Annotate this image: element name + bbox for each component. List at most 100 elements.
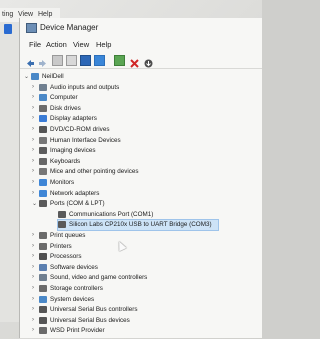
- chevron-right-icon[interactable]: ›: [32, 306, 38, 312]
- background-menu-item[interactable]: ting: [2, 11, 13, 18]
- tree-item-label: Sound, video and game controllers: [50, 274, 148, 282]
- chevron-right-icon[interactable]: ›: [32, 179, 38, 185]
- tree-item-label: Display adapters: [50, 115, 97, 123]
- software-icon: [39, 263, 47, 271]
- tree-item[interactable]: › System devices: [32, 295, 242, 305]
- tree-item[interactable]: › Display adapters: [32, 114, 242, 124]
- tree-item-label: Imaging devices: [50, 147, 96, 155]
- menu-view[interactable]: View: [73, 40, 89, 49]
- window-title: Device Manager: [40, 23, 99, 32]
- tree-item[interactable]: › Imaging devices: [32, 146, 242, 156]
- disk-icon: [39, 104, 47, 112]
- computer-icon: [31, 73, 39, 80]
- help-icon[interactable]: [80, 55, 91, 66]
- chevron-right-icon[interactable]: ›: [32, 94, 38, 100]
- update-driver-icon[interactable]: [114, 55, 125, 66]
- monitor-icon: [39, 178, 47, 186]
- chevron-right-icon[interactable]: ›: [32, 115, 38, 121]
- tree-item[interactable]: › Universal Serial Bus devices: [32, 316, 242, 326]
- tree-item[interactable]: › Keyboards: [32, 157, 242, 167]
- chevron-right-icon[interactable]: ›: [32, 253, 38, 259]
- tree-item-label: Communications Port (COM1): [69, 210, 154, 218]
- display-icon: [39, 115, 47, 123]
- speaker-icon: [39, 274, 47, 282]
- chevron-right-icon[interactable]: ›: [32, 158, 38, 164]
- chevron-right-icon[interactable]: ›: [32, 168, 38, 174]
- tree-item-label: Audio inputs and outputs: [50, 83, 120, 91]
- tree-root[interactable]: ⌄ NeilDell: [24, 72, 144, 82]
- tree-item[interactable]: › Universal Serial Bus controllers: [32, 305, 242, 315]
- chevron-right-icon[interactable]: ›: [32, 317, 38, 323]
- menu-help[interactable]: Help: [96, 40, 111, 49]
- tree-item[interactable]: › WSD Print Provider: [32, 326, 242, 336]
- back-icon[interactable]: [26, 55, 35, 67]
- chevron-right-icon[interactable]: ›: [32, 126, 38, 132]
- menu-action[interactable]: Action: [46, 40, 67, 49]
- chevron-right-icon[interactable]: ›: [32, 147, 38, 153]
- tree-item[interactable]: › Monitors: [32, 178, 242, 188]
- tree-item[interactable]: › DVD/CD-ROM drives: [32, 125, 242, 135]
- refresh-icon[interactable]: [66, 55, 77, 66]
- tree-item[interactable]: › Processors: [32, 252, 242, 262]
- tree-item-label: DVD/CD-ROM drives: [50, 125, 110, 133]
- monitor-icon[interactable]: [94, 55, 105, 66]
- computer-icon: [39, 94, 47, 102]
- device-manager-window: Device Manager File Action View Help ⌄ N…: [20, 18, 262, 338]
- chevron-right-icon[interactable]: ›: [32, 137, 38, 143]
- background-app-strip: [0, 22, 22, 322]
- tree-item-label: Storage controllers: [50, 284, 103, 292]
- tree-item-label: Monitors: [50, 178, 75, 186]
- properties-icon[interactable]: [52, 55, 63, 66]
- tree-item[interactable]: › Human Interface Devices: [32, 136, 242, 146]
- tree-child-item[interactable]: Communications Port (COM1): [58, 210, 198, 220]
- title-bar: Device Manager: [20, 18, 262, 36]
- tree-item-label: WSD Print Provider: [50, 327, 105, 335]
- printer-icon: [39, 327, 47, 335]
- tree-item[interactable]: › Sound, video and game controllers: [32, 273, 242, 283]
- tree-item[interactable]: › Printers: [32, 242, 242, 252]
- port-icon: [39, 200, 47, 208]
- tree-item-selected[interactable]: Silicon Labs CP210x USB to UART Bridge (…: [57, 219, 219, 232]
- tree-item-label: Processors: [50, 253, 82, 261]
- chevron-right-icon[interactable]: ›: [32, 232, 38, 238]
- tree-item-label: Silicon Labs CP210x USB to UART Bridge (…: [69, 221, 212, 229]
- background-menu-item[interactable]: View: [18, 11, 33, 18]
- tree-item[interactable]: ⌄ Ports (COM & LPT): [32, 199, 242, 209]
- chevron-right-icon[interactable]: ›: [32, 274, 38, 280]
- tree-item[interactable]: › Network adapters: [32, 189, 242, 199]
- chevron-right-icon[interactable]: ›: [32, 84, 38, 90]
- background-menu-item[interactable]: Help: [38, 11, 52, 18]
- tree-item-label: Disk drives: [50, 104, 81, 112]
- hid-icon: [39, 136, 47, 144]
- chevron-right-icon[interactable]: ›: [32, 296, 38, 302]
- device-manager-icon: [26, 23, 37, 33]
- chevron-down-icon[interactable]: ⌄: [24, 73, 30, 80]
- chevron-right-icon[interactable]: ›: [32, 285, 38, 291]
- tree-item-label: Printers: [50, 242, 72, 250]
- chevron-down-icon[interactable]: ⌄: [32, 200, 38, 207]
- tree-item[interactable]: › Storage controllers: [32, 284, 242, 294]
- tree-item[interactable]: › Audio inputs and outputs: [32, 83, 242, 93]
- remove-icon[interactable]: [130, 55, 139, 68]
- tree-item[interactable]: › Print queues: [32, 231, 242, 241]
- forward-icon[interactable]: [38, 55, 47, 67]
- tree-item[interactable]: › Software devices: [32, 263, 242, 273]
- tree-item-label: Human Interface Devices: [50, 136, 121, 144]
- download-icon[interactable]: [144, 55, 153, 68]
- tree-item[interactable]: › Disk drives: [32, 104, 242, 114]
- chevron-right-icon[interactable]: ›: [32, 243, 38, 249]
- network-icon: [39, 189, 47, 197]
- chevron-right-icon[interactable]: ›: [32, 190, 38, 196]
- printer-icon: [39, 231, 47, 239]
- menu-file[interactable]: File: [29, 40, 41, 49]
- tree-item-label: Computer: [50, 94, 78, 102]
- chevron-right-icon[interactable]: ›: [32, 264, 38, 270]
- tree-item[interactable]: › Mice and other pointing devices: [32, 167, 242, 177]
- tree-item-label: Print queues: [50, 231, 86, 239]
- tree-item[interactable]: › Computer: [32, 93, 242, 103]
- chevron-right-icon[interactable]: ›: [32, 327, 38, 333]
- tree-item-label: Software devices: [50, 263, 98, 271]
- tree-item-label: Ports (COM & LPT): [50, 200, 105, 208]
- chevron-right-icon[interactable]: ›: [32, 105, 38, 111]
- speaker-icon: [39, 83, 47, 91]
